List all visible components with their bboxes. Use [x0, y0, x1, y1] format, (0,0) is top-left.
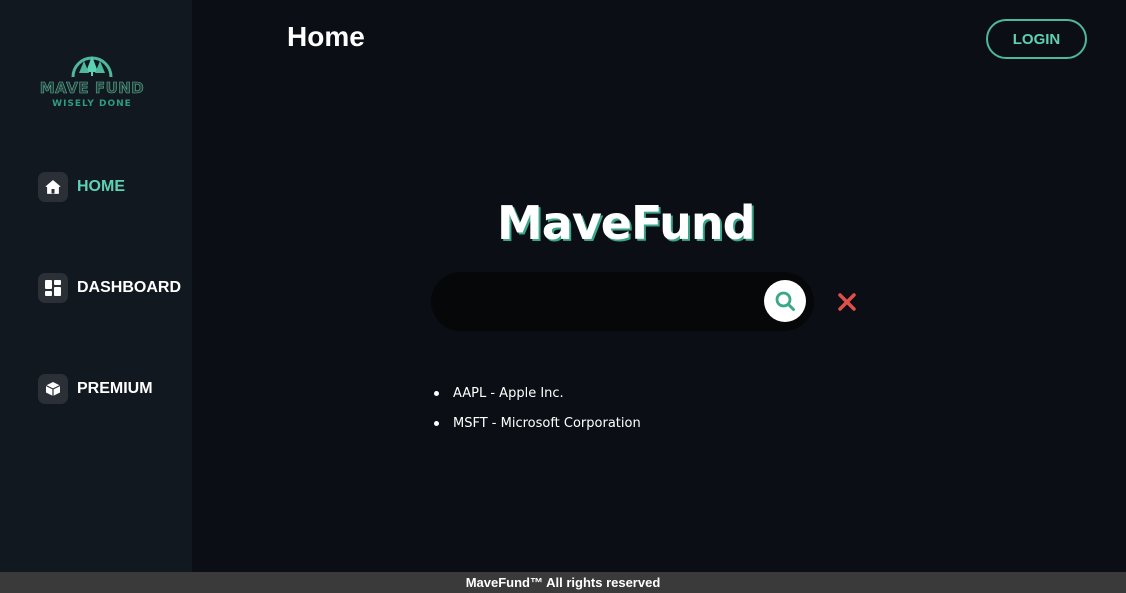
search-input[interactable]	[449, 284, 759, 319]
search-result-text: AAPL - Apple Inc.	[453, 385, 564, 401]
sidebar-item-label: DASHBOARD	[77, 279, 181, 296]
sidebar-item-dashboard[interactable]: DASHBOARD	[38, 273, 181, 303]
sidebar-item-label: HOME	[77, 178, 125, 195]
footer-text: MaveFund™ All rights reserved	[465, 575, 661, 590]
sidebar-item-premium[interactable]: PREMIUM	[38, 374, 153, 404]
search-button[interactable]	[764, 280, 806, 322]
logo[interactable]: MAVE FUND WISELY DONE	[38, 50, 146, 110]
bullet-icon	[434, 420, 439, 426]
search-bar	[431, 272, 814, 331]
app-root: MAVE FUND WISELY DONE HOME DASHBOARD PRE…	[0, 0, 1126, 593]
bullet-icon	[434, 390, 439, 396]
page-title: Home	[287, 21, 365, 52]
search-icon	[775, 291, 795, 311]
search-result-item[interactable]: AAPL - Apple Inc.	[434, 378, 641, 408]
clear-search-button[interactable]	[836, 291, 858, 313]
search-results-list: AAPL - Apple Inc. MSFT - Microsoft Corpo…	[434, 378, 641, 438]
dashboard-grid-icon	[38, 273, 68, 303]
home-icon	[38, 172, 68, 202]
sidebar-item-home[interactable]: HOME	[38, 172, 125, 202]
cube-icon	[38, 374, 68, 404]
brand-title: MaveFund	[497, 196, 756, 250]
close-icon	[838, 293, 856, 311]
login-button[interactable]: LOGIN	[986, 19, 1087, 59]
search-result-item[interactable]: MSFT - Microsoft Corporation	[434, 408, 641, 438]
logo-name: MAVE FUND	[39, 79, 145, 97]
footer: MaveFund™ All rights reserved	[0, 572, 1126, 593]
sidebar-item-label: PREMIUM	[77, 380, 153, 397]
search-result-text: MSFT - Microsoft Corporation	[453, 415, 641, 431]
tree-arc-logo-icon	[71, 56, 113, 78]
logo-tagline: WISELY DONE	[52, 99, 132, 109]
sidebar: MAVE FUND WISELY DONE HOME DASHBOARD PRE…	[0, 0, 192, 572]
